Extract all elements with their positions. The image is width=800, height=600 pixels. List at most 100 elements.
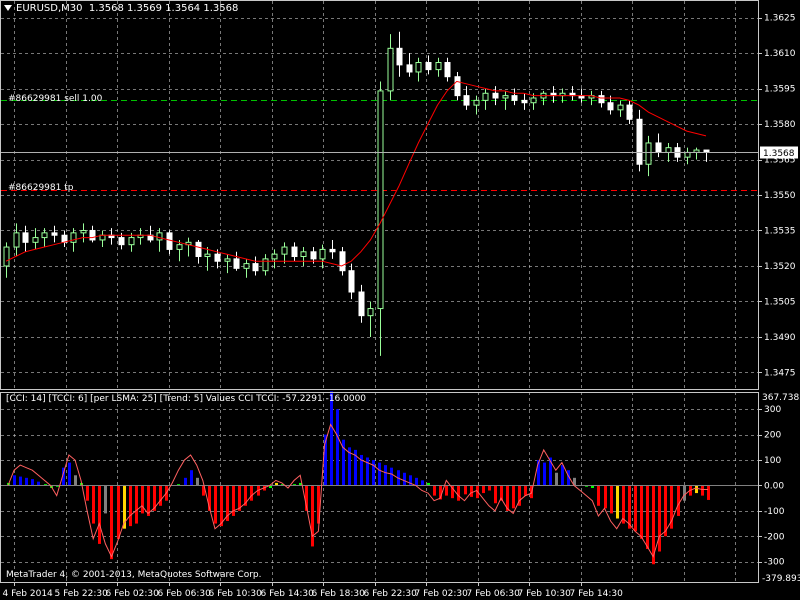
- candle-body: [530, 97, 537, 104]
- indicator-tick-label: 0.00: [764, 481, 784, 491]
- candle-body: [492, 92, 499, 99]
- candle-body: [406, 64, 413, 73]
- candle-body: [607, 102, 614, 111]
- candle-body: [156, 232, 163, 241]
- candle-body: [444, 62, 451, 78]
- price-tick-label: 1.3535: [764, 226, 796, 236]
- candle-body: [521, 99, 528, 104]
- indicator-max-label: 367.7385: [762, 393, 800, 403]
- time-tick-label: 6 Feb 10:30: [209, 589, 263, 599]
- candle-body: [51, 232, 58, 236]
- time-tick-label: 7 Feb 06:30: [467, 589, 521, 599]
- candle-body: [502, 95, 509, 99]
- candle-body: [252, 263, 259, 272]
- price-tick-label: 1.3520: [764, 262, 796, 272]
- candle-body: [41, 232, 48, 239]
- indicator-tick-label: -100: [764, 507, 785, 517]
- candle-body: [367, 308, 374, 317]
- indicator-tick-label: 100: [764, 456, 781, 466]
- price-tick-label: 1.3580: [764, 120, 796, 130]
- candle-body: [463, 95, 470, 106]
- copyright-label: MetaTrader 4, © 2001-2013, MetaQuotes So…: [6, 570, 262, 580]
- candle-body: [339, 251, 346, 272]
- symbol-label: EURUSD,M30: [16, 3, 83, 14]
- price-tick-label: 1.3550: [764, 191, 796, 201]
- time-tick-label: 6 Feb 06:30: [158, 589, 212, 599]
- time-tick-label: 7 Feb 02:30: [415, 589, 469, 599]
- indicator-min-label: -379.893: [762, 574, 800, 584]
- candle-body: [233, 258, 240, 269]
- candle-body: [387, 47, 394, 92]
- candle-body: [300, 251, 307, 258]
- candle-body: [310, 251, 317, 260]
- candle-body: [684, 151, 691, 158]
- ohlc-label: 1.3568 1.3569 1.3564 1.3568: [88, 3, 239, 14]
- candle-body: [511, 95, 518, 101]
- time-tick-label: 6 Feb 22:30: [364, 589, 418, 599]
- indicator-tick-label: -300: [764, 558, 785, 568]
- candle-body: [636, 118, 643, 165]
- time-tick-label: 5 Feb 22:30: [55, 589, 109, 599]
- time-tick-label: 7 Feb 14:30: [570, 589, 624, 599]
- indicator-tick-label: -200: [764, 532, 785, 542]
- candle-body: [80, 229, 87, 234]
- candle-body: [89, 229, 96, 241]
- candle-body: [214, 253, 221, 262]
- indicator-tick-label: 300: [764, 405, 781, 415]
- candle-body: [415, 62, 422, 73]
- candle-body: [665, 147, 672, 153]
- indicator-tick-label: 200: [764, 431, 781, 441]
- candle-body: [22, 232, 29, 243]
- candle-body: [224, 258, 231, 262]
- time-tick-label: 6 Feb 14:30: [261, 589, 315, 599]
- chart-header: EURUSD,M30 1.3568 1.3569 1.3564 1.3568: [4, 3, 238, 14]
- candle-body: [118, 237, 125, 246]
- chart-canvas[interactable]: 1.36251.36101.35951.35801.35651.35501.35…: [0, 0, 800, 600]
- price-tick-label: 1.3610: [764, 49, 796, 59]
- candle-body: [262, 258, 269, 272]
- candle-body: [482, 92, 489, 101]
- chart-menu-arrow-icon[interactable]: [4, 5, 12, 11]
- price-tick-label: 1.3505: [764, 297, 796, 307]
- candle-body: [281, 246, 288, 255]
- candle-body: [319, 248, 326, 260]
- candle-body: [32, 237, 39, 243]
- time-tick-label: 6 Feb 02:30: [106, 589, 160, 599]
- candle-body: [473, 99, 480, 106]
- candle-body: [598, 95, 605, 104]
- candle-body: [626, 104, 633, 120]
- candle-body: [396, 47, 403, 66]
- tp-order-label[interactable]: #86629981 tp: [8, 183, 74, 193]
- indicator-header: [CCI: 14] [TCCI: 6] [per LSMA: 25] [Tren…: [6, 394, 367, 404]
- current-price-label: 1.3568: [763, 149, 795, 159]
- candle-body: [454, 76, 461, 97]
- candle-body: [176, 244, 183, 250]
- sell-order-label[interactable]: #86629981 sell 1.00: [8, 94, 103, 104]
- price-tick-label: 1.3595: [764, 85, 796, 95]
- candle-body: [204, 253, 211, 258]
- time-tick-label: 4 Feb 2014: [3, 589, 54, 599]
- candle-body: [70, 232, 77, 243]
- candle-body: [425, 62, 432, 71]
- candle-body: [358, 291, 365, 317]
- candle-body: [617, 104, 624, 111]
- candle-body: [195, 241, 202, 258]
- candle-body: [435, 62, 442, 71]
- candle-body: [166, 232, 173, 250]
- price-tick-label: 1.3475: [764, 368, 796, 378]
- candle-body: [271, 253, 278, 260]
- time-tick-label: 7 Feb 10:30: [518, 589, 572, 599]
- time-tick-label: 6 Feb 18:30: [312, 589, 366, 599]
- candle-body: [291, 246, 298, 258]
- candle-body: [3, 246, 10, 267]
- candle-body: [329, 248, 336, 253]
- candle-body: [348, 270, 355, 293]
- candle-body: [243, 263, 250, 269]
- candle-body: [655, 142, 662, 153]
- price-tick-label: 1.3490: [764, 333, 796, 343]
- price-tick-label: 1.3625: [764, 14, 796, 24]
- candle-body: [13, 232, 20, 248]
- candle-body: [128, 237, 135, 246]
- candle-body: [377, 90, 384, 310]
- candle-body: [645, 142, 652, 165]
